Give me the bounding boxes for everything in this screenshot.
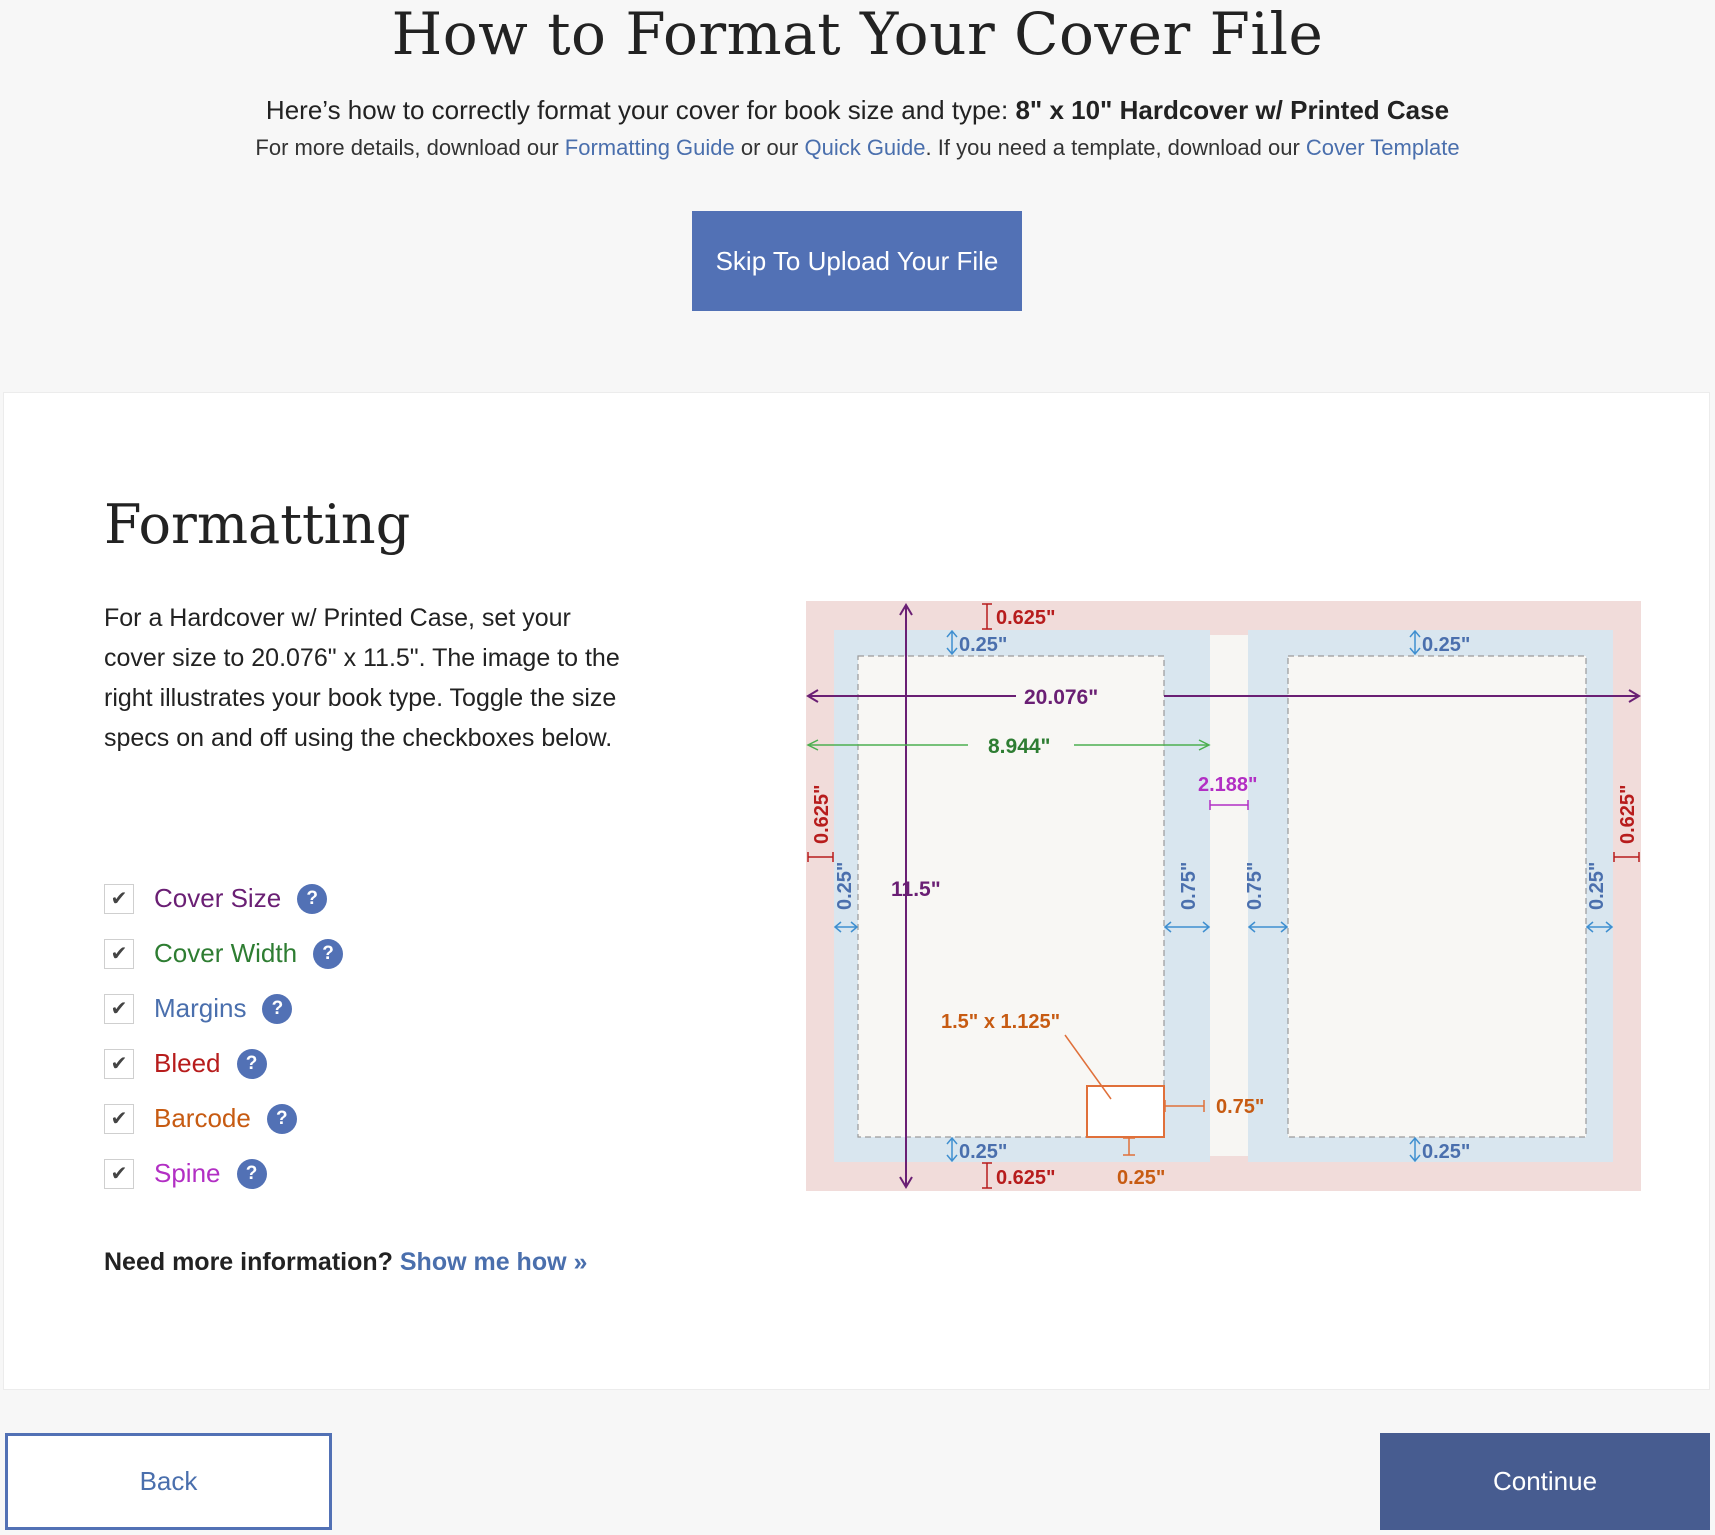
toggle-spine[interactable]: ✔ Spine ? [104,1146,343,1201]
margin-spine-left-value: 0.75" [1178,862,1200,910]
barcode-size-value: 1.5" x 1.125" [941,1011,1060,1033]
cover-height-value: 11.5" [891,878,941,901]
download-or: or our [734,135,805,160]
cover-width-label[interactable]: Cover Width [154,938,297,969]
spine-area [1210,635,1248,1156]
quick-guide-link[interactable]: Quick Guide [804,135,925,160]
toggle-margins[interactable]: ✔ Margins ? [104,981,343,1036]
bleed-left-value: 0.625" [811,784,833,844]
cover-width-total-value: 20.076" [1024,686,1098,709]
margin-right-value: 0.25" [1586,862,1608,910]
panel-width-value: 8.944" [988,735,1051,758]
more-info-prefix: Need more information? [104,1248,400,1276]
margin-spine-right-value: 0.75" [1244,862,1266,910]
help-icon[interactable]: ? [313,938,344,969]
show-me-how-link[interactable]: Show me how » [400,1248,588,1276]
download-prefix: For more details, download our [255,135,565,160]
bleed-top-value: 0.625" [996,607,1056,629]
continue-button[interactable]: Continue [1380,1433,1710,1530]
barcode-bottom-value: 0.25" [1117,1167,1165,1189]
bleed-label[interactable]: Bleed [154,1048,221,1079]
page-title: How to Format Your Cover File [391,0,1324,68]
bleed-bottom-value: 0.625" [996,1167,1056,1189]
margins-label[interactable]: Margins [154,993,246,1024]
bleed-right-value: 0.625" [1617,784,1639,844]
formatting-guide-link[interactable]: Formatting Guide [565,135,735,160]
cover-width-checkbox[interactable]: ✔ [104,938,134,969]
margin-bottom-back-value: 0.25" [1422,1141,1470,1163]
spine-label[interactable]: Spine [154,1158,221,1189]
barcode-label[interactable]: Barcode [154,1103,251,1134]
book-type-prefix: Here’s how to correctly format your cove… [265,95,1016,125]
bleed-checkbox[interactable]: ✔ [104,1048,134,1079]
toggle-cover-width[interactable]: ✔ Cover Width ? [104,926,344,981]
margin-top-back-value: 0.25" [1422,634,1470,656]
toggle-barcode[interactable]: ✔ Barcode ? [104,1091,343,1146]
margins-checkbox[interactable]: ✔ [104,993,134,1024]
download-template-text: . If you need a template, download our [925,135,1306,160]
cover-size-label[interactable]: Cover Size [154,883,281,914]
skip-to-upload-button[interactable]: Skip To Upload Your File [692,211,1022,311]
more-info: Need more information? Show me how » [104,1248,587,1277]
help-icon[interactable]: ? [266,1103,297,1134]
barcode-right-value: 0.75" [1216,1096,1264,1118]
spine-checkbox[interactable]: ✔ [104,1158,134,1189]
cover-diagram: 11.5" 20.076" 8.944" 2.188" 0.625" 0.625… [806,601,1641,1191]
book-type-line: Here’s how to correctly format your cove… [0,95,1715,126]
help-icon[interactable]: ? [236,1158,267,1189]
back-safe-area [1287,655,1587,1138]
cover-template-link[interactable]: Cover Template [1306,135,1460,160]
margin-bottom-front-value: 0.25" [959,1141,1007,1163]
toggle-cover-size[interactable]: ✔ Cover Size ? [104,871,343,926]
margin-top-front-value: 0.25" [959,634,1007,656]
toggle-bleed[interactable]: ✔ Bleed ? [104,1036,343,1091]
page-header: How to Format Your Cover File Here’s how… [0,0,1715,390]
barcode-checkbox[interactable]: ✔ [104,1103,134,1134]
margin-left-value: 0.25" [834,862,856,910]
spec-toggles: ✔ Cover Size ? ✔ Cover Width ? ✔ Margins… [104,871,344,1201]
help-icon[interactable]: ? [236,1048,267,1079]
back-button[interactable]: Back [5,1433,332,1530]
formatting-title: Formatting [104,493,411,556]
download-line: For more details, download our Formattin… [0,135,1715,161]
spine-width-value: 2.188" [1198,774,1258,796]
barcode-box [1086,1085,1165,1138]
help-icon[interactable]: ? [262,993,293,1024]
formatting-description: For a Hardcover w/ Printed Case, set you… [104,604,620,752]
book-type: 8" x 10" Hardcover w/ Printed Case [1015,95,1450,125]
cover-size-checkbox[interactable]: ✔ [104,883,134,914]
help-icon[interactable]: ? [297,883,328,914]
